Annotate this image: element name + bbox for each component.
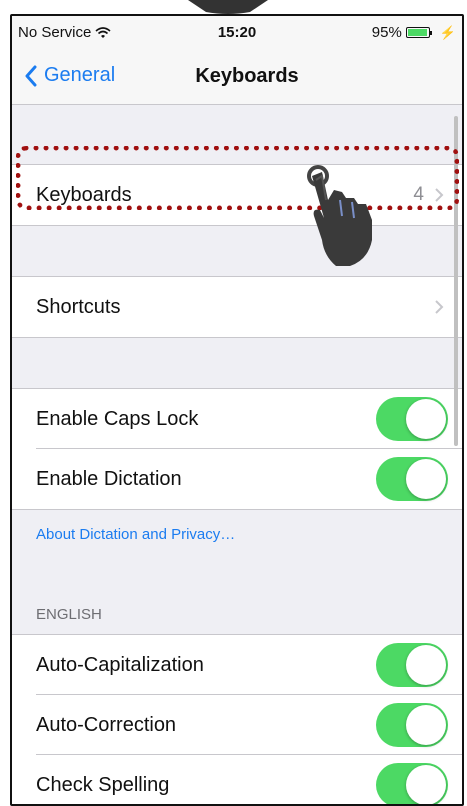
auto-correction-row: Auto-Correction [12,695,462,755]
check-spelling-toggle[interactable] [376,763,448,804]
auto-capitalization-label: Auto-Capitalization [36,653,204,676]
shortcuts-group: Shortcuts [12,276,462,338]
phone-screen: No Service 15:20 95% ⚡ General Keyboards [10,14,464,806]
status-bar: No Service 15:20 95% ⚡ [12,16,462,50]
chevron-right-icon [435,300,444,314]
input-options-group: Enable Caps Lock Enable Dictation [12,388,462,510]
page-title: Keyboards [195,65,299,87]
auto-correction-label: Auto-Correction [36,713,177,736]
check-spelling-row: Check Spelling [12,755,462,804]
navigation-bar: General Keyboards [12,50,462,105]
caps-lock-row: Enable Caps Lock [12,389,462,449]
check-spelling-label: Check Spelling [36,773,170,796]
caps-lock-toggle[interactable] [376,397,448,441]
charge-icon: ⚡ [439,24,456,40]
shortcuts-row-label: Shortcuts [36,295,121,318]
english-section-header: ENGLISH [36,606,102,623]
auto-capitalization-row: Auto-Capitalization [12,635,462,695]
dictation-toggle[interactable] [376,457,448,501]
status-battery-group: 95% ⚡ [372,24,456,41]
dictation-label: Enable Dictation [36,467,182,490]
english-group: Auto-Capitalization Auto-Correction Chec… [12,634,462,804]
hand-graphic-top [188,0,268,14]
battery-icon [405,26,436,40]
battery-fill [407,28,427,36]
battery-percent: 95% [371,24,402,41]
caps-lock-label: Enable Caps Lock [36,407,199,430]
pointing-hand-icon [307,165,372,266]
auto-capitalization-toggle[interactable] [376,643,448,687]
shortcuts-row[interactable]: Shortcuts [12,277,462,337]
auto-correction-toggle[interactable] [376,703,448,747]
dictation-privacy-link[interactable]: About Dictation and Privacy… [36,526,235,543]
dictation-row: Enable Dictation [12,449,462,509]
keyboards-highlight-box [16,146,459,210]
